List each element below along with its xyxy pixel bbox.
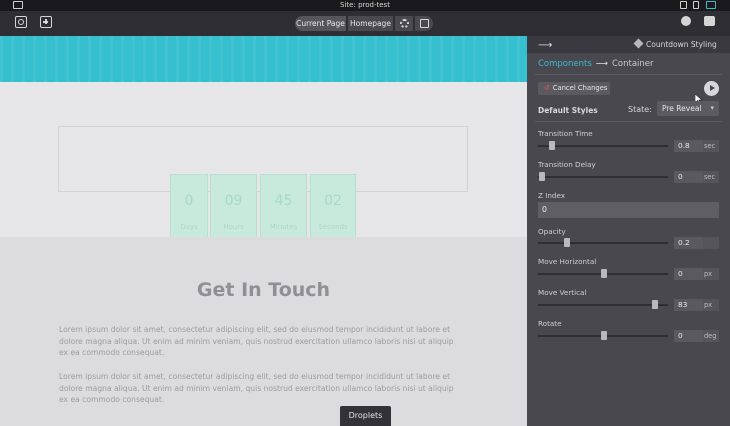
device-tablet-icon[interactable] [680, 1, 687, 9]
preview-icon[interactable] [704, 16, 715, 26]
transition-time-input[interactable]: 0.8 [674, 140, 703, 152]
window-title: Site: prod-test [340, 1, 390, 9]
save-button[interactable] [415, 16, 433, 31]
panel-header: ⟶ Countdown Styling [527, 36, 730, 53]
styling-panel: ⟶ Countdown Styling Components ⟶ Container… [527, 36, 730, 426]
rotate-input[interactable]: 0 [674, 330, 703, 342]
opacity-slider[interactable] [538, 242, 668, 244]
state-label: State: [628, 105, 652, 114]
globe-icon[interactable] [681, 16, 691, 26]
countdown-number: 02 [324, 193, 342, 209]
section-heading: Get In Touch [196, 279, 331, 301]
countdown-days[interactable]: 0 Days [170, 174, 208, 238]
breadcrumb-container: Container [611, 59, 654, 69]
chevron-down-icon: ▾ [710, 104, 714, 112]
move-horizontal-input[interactable]: 0 [674, 268, 703, 280]
settings-button[interactable] [395, 16, 413, 31]
transition-time-slider-thumb[interactable] [549, 141, 555, 150]
transition-delay-label: Transition Delay [538, 160, 596, 169]
droplets-button[interactable]: Droplets [340, 406, 391, 426]
countdown-unit: Seconds [318, 223, 348, 231]
opacity-unit [703, 237, 719, 249]
countdown-unit: Days [180, 223, 198, 231]
body-paragraph: Lorem ipsum dolor sit amet, consectetur … [59, 325, 454, 357]
opacity-label: Opacity [538, 227, 566, 236]
opacity-slider-thumb[interactable] [564, 238, 570, 247]
body-paragraph: Lorem ipsum dolor sit amet, consectetur … [59, 372, 454, 404]
transition-time-slider[interactable] [538, 145, 668, 147]
countdown-number: 09 [224, 193, 243, 209]
breadcrumb-components[interactable]: Components [538, 59, 592, 69]
rotate-label: Rotate [538, 319, 562, 328]
countdown-styling-label: Countdown Styling [646, 40, 717, 49]
divider [535, 121, 722, 122]
state-select[interactable]: Pre Reveal ▾ [657, 101, 719, 116]
countdown-minutes[interactable]: 45 Minutes [260, 174, 307, 238]
countdown-seconds[interactable]: 02 Seconds [310, 174, 356, 238]
hero-banner [0, 36, 527, 82]
homepage-button[interactable]: Homepage [348, 16, 393, 31]
move-horizontal-label: Move Horizontal [538, 257, 597, 266]
page-canvas[interactable]: 0 Days 09 Hours 45 Minutes 02 Seconds Ge… [0, 36, 527, 426]
move-vertical-label: Move Vertical [538, 288, 587, 297]
z-index-input[interactable]: 0 [538, 202, 719, 218]
current-page-button[interactable]: Current Page [295, 16, 346, 31]
device-phone-icon[interactable] [693, 1, 699, 9]
play-preview-button[interactable] [704, 81, 719, 96]
transition-time-unit: sec [703, 140, 719, 152]
undo-icon: ↺ [544, 84, 550, 92]
transition-time-label: Transition Time [538, 129, 593, 138]
divider [535, 74, 722, 75]
countdown-unit: Minutes [269, 223, 298, 231]
default-styles-label: Default Styles [538, 106, 598, 115]
transition-delay-slider-thumb[interactable] [539, 172, 545, 181]
opacity-input[interactable]: 0.2 [674, 237, 703, 249]
transition-delay-input[interactable]: 0 [674, 171, 703, 183]
move-horizontal-unit: px [703, 268, 719, 280]
rotate-slider-thumb[interactable] [601, 331, 607, 340]
state-value: Pre Reveal [662, 104, 702, 113]
cancel-changes-button[interactable]: ↺ Cancel Changes [538, 82, 610, 95]
move-horizontal-slider-thumb[interactable] [601, 269, 607, 278]
move-vertical-slider-thumb[interactable] [652, 300, 658, 309]
transition-delay-unit: sec [703, 171, 719, 183]
gear-icon [399, 19, 409, 28]
add-element-icon[interactable] [40, 16, 52, 28]
os-title-bar: Site: prod-test [0, 0, 730, 11]
save-icon [419, 19, 429, 28]
countdown-number: 0 [184, 193, 194, 209]
countdown-unit: Hours [223, 223, 244, 231]
move-vertical-unit: px [703, 299, 719, 311]
transition-delay-slider[interactable] [538, 176, 668, 178]
countdown-styling-link[interactable]: Countdown Styling [633, 38, 730, 49]
cancel-changes-label: Cancel Changes [552, 84, 608, 92]
device-desktop-icon[interactable] [706, 1, 716, 9]
breadcrumb: Components ⟶ Container [538, 59, 654, 69]
countdown-number: 45 [274, 193, 293, 209]
z-index-label: Z Index [538, 191, 565, 200]
move-vertical-input[interactable]: 83 [674, 299, 703, 311]
collapse-arrow-icon[interactable]: ⟶ [538, 40, 552, 51]
rotate-unit: deg [703, 330, 719, 342]
countdown-hours[interactable]: 09 Hours [210, 174, 257, 238]
app-toolbar: Current Page Homepage [0, 11, 730, 36]
search-pages-icon[interactable] [15, 16, 27, 28]
move-vertical-slider[interactable] [538, 304, 668, 306]
brush-icon [633, 38, 644, 49]
breadcrumb-arrow-icon: ⟶ [595, 59, 608, 69]
